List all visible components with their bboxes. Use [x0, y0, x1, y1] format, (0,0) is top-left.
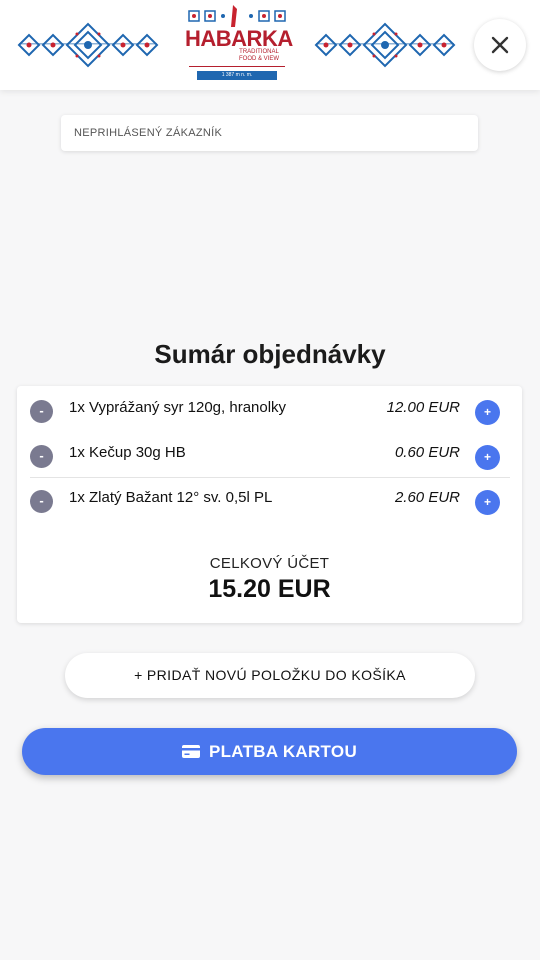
add-item-button[interactable]: + PRIDAŤ NOVÚ POLOŽKU DO KOŠÍKA	[65, 653, 475, 698]
close-button[interactable]	[474, 19, 526, 71]
total-value: 15.20 EUR	[208, 575, 331, 603]
folk-ornament-left	[17, 22, 159, 68]
order-summary-card: - 1x Vyprážaný syr 120g, hranolky 12.00 …	[17, 386, 522, 623]
order-item-name: 1x Vyprážaný syr 120g, hranolky	[69, 399, 287, 416]
logo-tagline: TRADITIONAL FOOD & VIEW	[229, 49, 289, 63]
logo-altitude: 1 387 m n. m.	[197, 71, 277, 80]
order-item: - 1x Kečup 30g HB 0.60 EUR +	[17, 431, 522, 475]
order-item-name: 1x Kečup 30g HB	[69, 444, 186, 461]
total-label: CELKOVÝ ÚČET	[209, 555, 330, 572]
card-payment-label: PLATBA KARTOU	[208, 741, 358, 761]
increase-quantity-button[interactable]: +	[475, 400, 500, 425]
order-item: - 1x Vyprážaný syr 120g, hranolky 12.00 …	[17, 386, 522, 430]
decrease-quantity-button[interactable]: -	[30, 490, 53, 513]
credit-card-icon	[181, 745, 200, 758]
order-item: - 1x Zlatý Bažant 12° sv. 0,5l PL 2.60 E…	[17, 476, 522, 520]
increase-quantity-button[interactable]: +	[475, 445, 500, 470]
logo-divider	[189, 66, 285, 67]
order-item-price: 2.60 EUR	[394, 489, 460, 506]
logo-tagline-1: TRADITIONAL	[239, 49, 279, 55]
increase-quantity-button[interactable]: +	[475, 490, 500, 515]
order-item-name: 1x Zlatý Bažant 12° sv. 0,5l PL	[69, 489, 273, 506]
customer-status-field[interactable]: NEPRIHLÁSENÝ ZÁKAZNÍK	[61, 115, 478, 151]
order-summary-title: Sumár objednávky	[154, 339, 386, 369]
decrease-quantity-button[interactable]: -	[30, 445, 53, 468]
order-item-price: 0.60 EUR	[394, 444, 460, 461]
folk-ornament-right	[314, 22, 456, 68]
card-payment-button[interactable]: PLATBA KARTOU	[22, 728, 517, 775]
logo-tagline-2: FOOD & VIEW	[238, 56, 279, 62]
order-item-price: 12.00 EUR	[386, 399, 460, 416]
decrease-quantity-button[interactable]: -	[30, 400, 53, 423]
habarka-logo: HABARKA TRADITIONAL FOOD & VIEW 1 387 m …	[185, 5, 293, 85]
app-header: HABARKA TRADITIONAL FOOD & VIEW 1 387 m …	[0, 0, 540, 90]
logo-ornament	[188, 5, 286, 27]
close-icon	[491, 36, 509, 54]
